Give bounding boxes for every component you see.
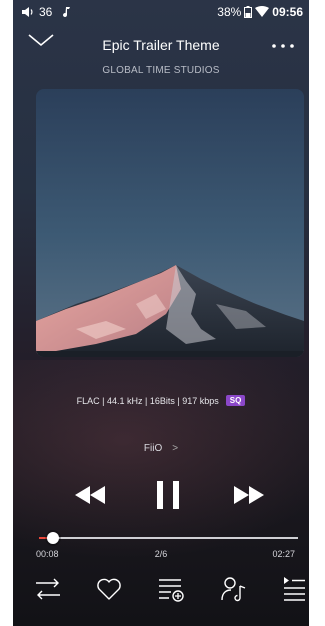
more-options-button[interactable] — [271, 36, 297, 52]
battery-icon — [244, 6, 253, 18]
next-icon — [234, 486, 264, 504]
seek-bar[interactable] — [39, 532, 298, 544]
playback-controls — [13, 478, 309, 518]
seek-bar-handle[interactable] — [46, 532, 59, 544]
audio-format-text: FLAC | 44.1 kHz | 16Bits | 917 kbps — [76, 396, 219, 406]
play-order-button[interactable] — [33, 574, 63, 604]
status-bar: 36 38% 09:56 — [13, 0, 309, 22]
speaker-icon — [22, 7, 33, 17]
output-device-selector[interactable]: FiiO > — [13, 443, 309, 454]
previous-icon — [75, 486, 105, 504]
more-dots-icon — [272, 44, 294, 48]
track-title: Epic Trailer Theme — [102, 37, 220, 53]
shuffle-order-icon — [36, 578, 60, 600]
total-time: 02:27 — [272, 549, 295, 559]
heart-icon — [97, 578, 121, 600]
album-cover[interactable] — [36, 89, 304, 357]
album-cover-mountain — [36, 89, 304, 357]
status-left: 36 — [21, 5, 72, 19]
bottom-toolbar — [13, 574, 309, 614]
sq-badge: SQ — [225, 395, 246, 406]
music-note-icon — [63, 7, 71, 18]
wifi-icon — [255, 6, 270, 17]
favorite-button[interactable] — [94, 574, 124, 604]
pause-button[interactable] — [154, 480, 184, 515]
add-to-playlist-button[interactable] — [156, 574, 186, 604]
chevron-right-icon: > — [172, 443, 179, 454]
battery-percent: 38% — [217, 5, 242, 19]
lyrics-button[interactable] — [219, 574, 249, 604]
clock: 09:56 — [272, 5, 303, 19]
previous-button[interactable] — [73, 484, 107, 511]
track-position: 2/6 — [154, 549, 168, 559]
pause-icon — [157, 481, 179, 509]
player-screen: 36 38% 09:56 Epic Trailer Theme GLOBAL T… — [13, 0, 309, 626]
now-playing-header: Epic Trailer Theme GLOBAL TIME STUDIOS — [13, 30, 309, 80]
status-right: 38% 09:56 — [217, 5, 303, 19]
next-button[interactable] — [232, 484, 266, 511]
output-device-name: FiiO — [143, 443, 163, 454]
artist-name[interactable]: GLOBAL TIME STUDIOS — [13, 65, 309, 76]
audio-format-info: FLAC | 44.1 kHz | 16Bits | 917 kbps SQ — [13, 395, 309, 406]
queue-button[interactable] — [281, 574, 309, 604]
volume-level: 36 — [39, 5, 53, 19]
add-to-playlist-icon — [159, 579, 184, 602]
lyrics-icon — [221, 577, 246, 602]
queue-icon — [284, 577, 305, 601]
